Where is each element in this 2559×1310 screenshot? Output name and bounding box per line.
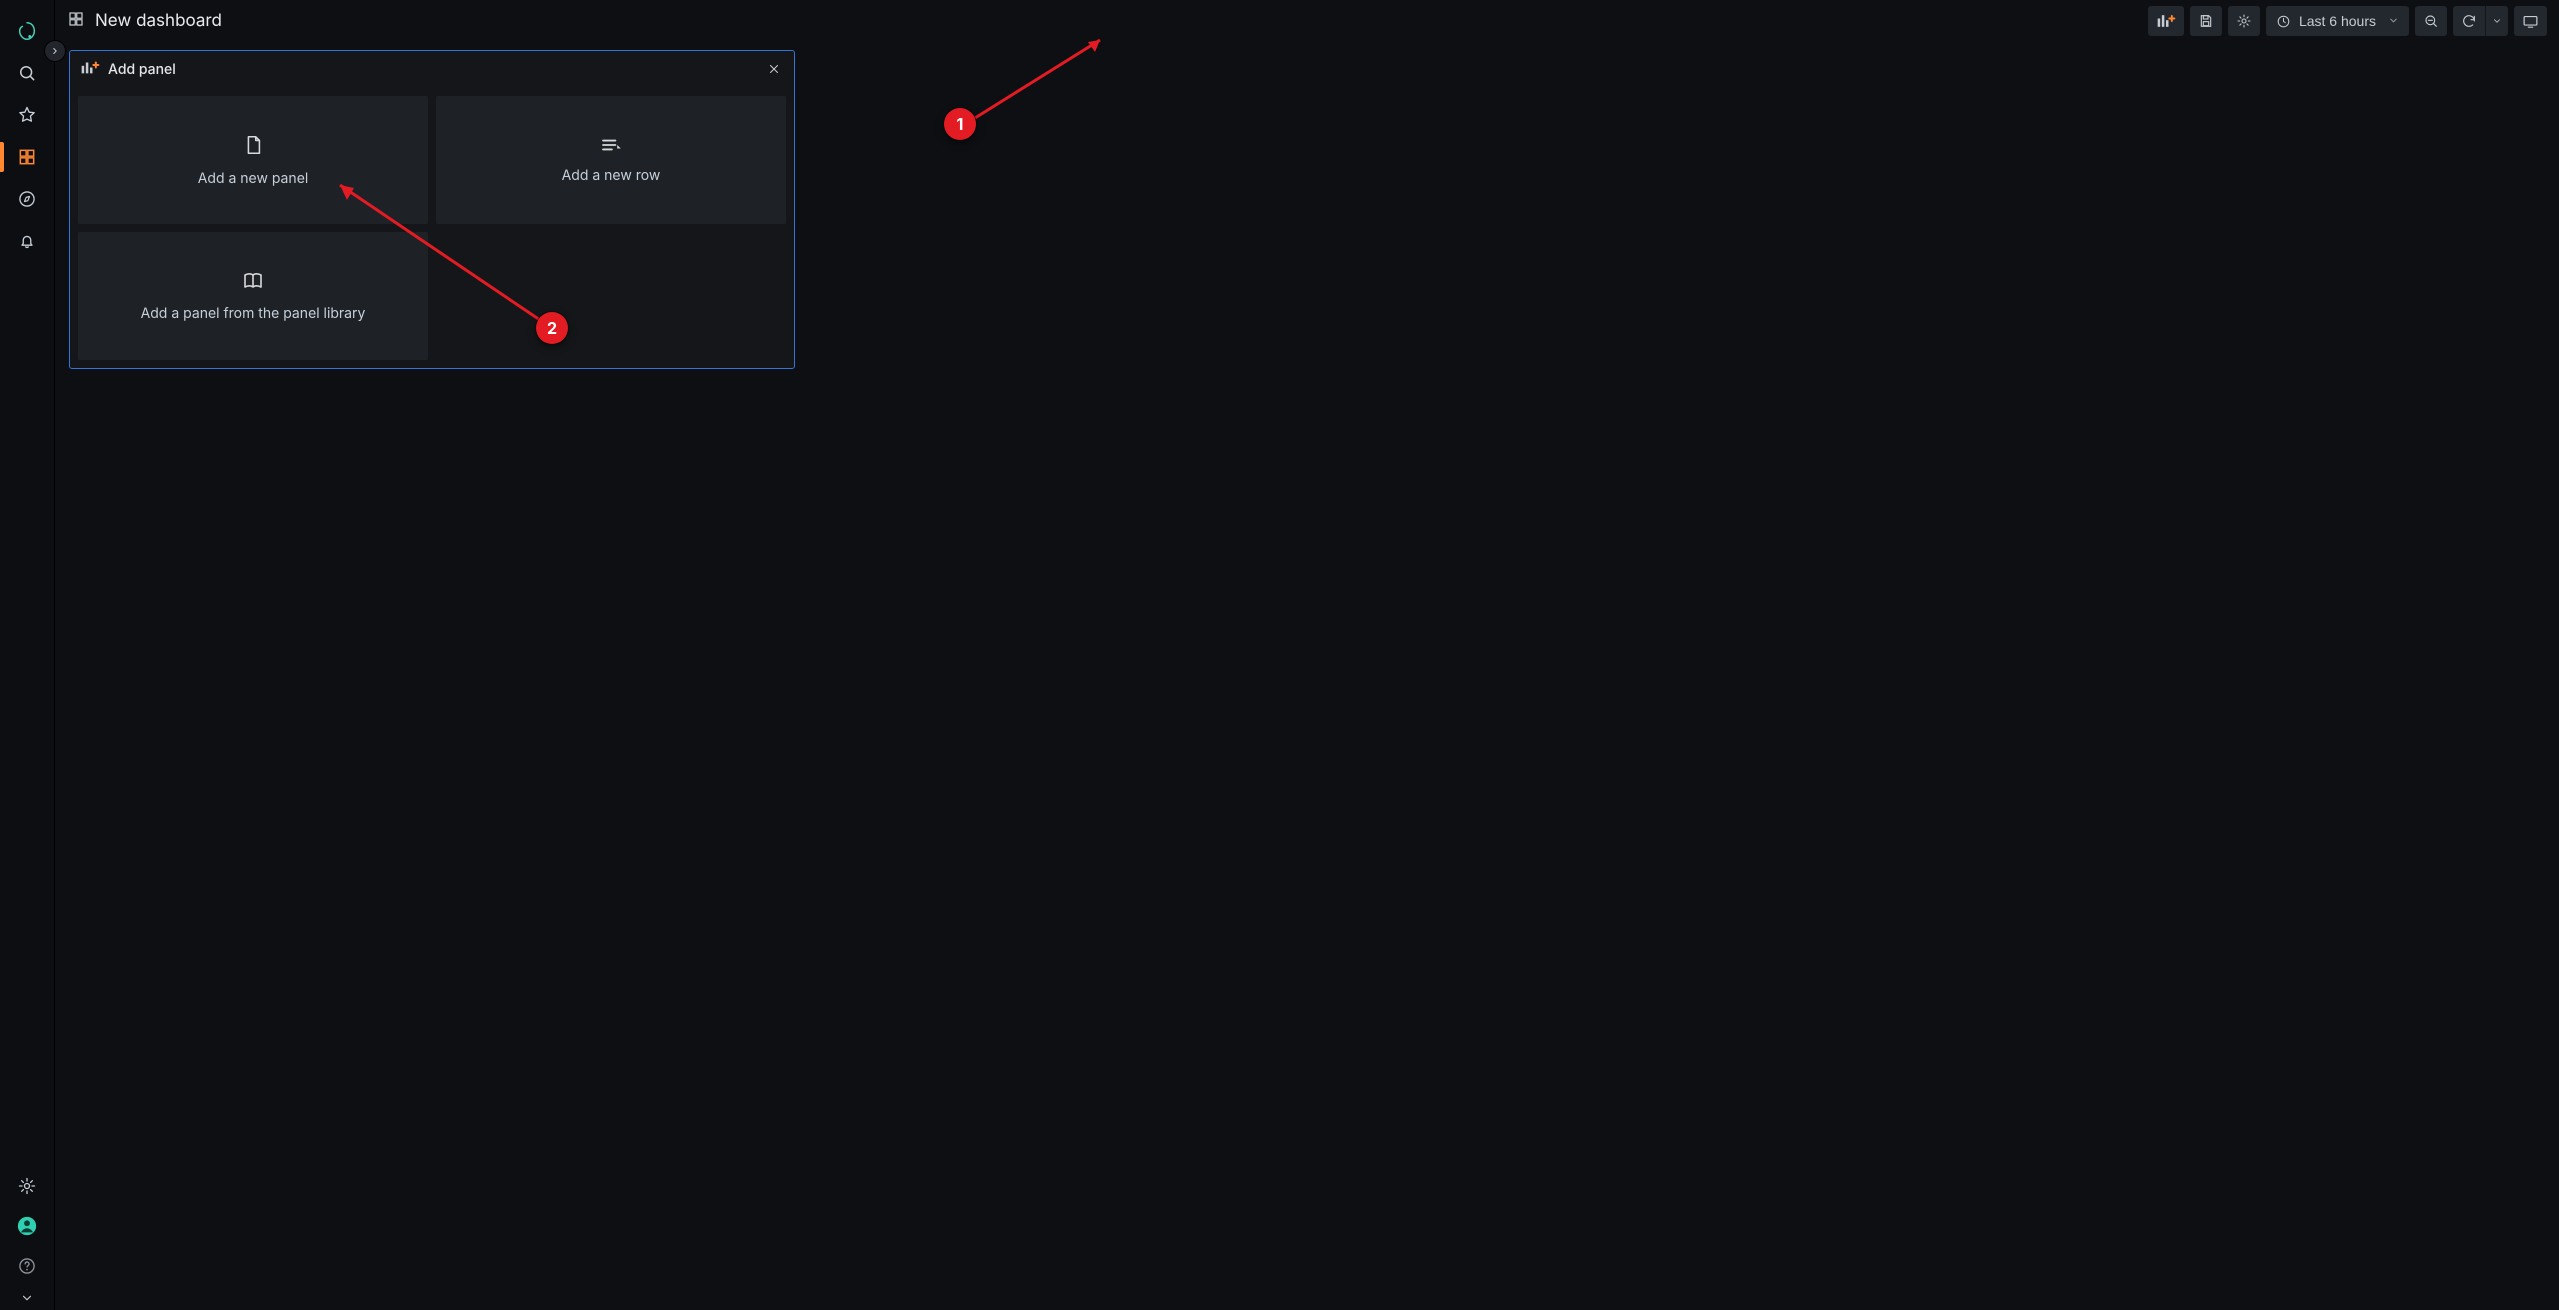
sidebar-starred-icon[interactable]	[0, 94, 55, 136]
page-title[interactable]: New dashboard	[95, 11, 222, 31]
dashboards-grid-icon	[67, 10, 85, 32]
add-new-panel-label: Add a new panel	[198, 170, 309, 187]
chevron-down-icon	[2388, 13, 2399, 29]
topbar: New dashboard Last 6 hours	[55, 0, 2559, 42]
sidebar-explore-icon[interactable]	[0, 178, 55, 220]
file-icon	[242, 134, 264, 160]
left-sidebar	[0, 0, 55, 1310]
settings-button[interactable]	[2228, 6, 2260, 36]
sidebar-profile-icon[interactable]	[0, 1206, 55, 1246]
add-panel-from-library-tile[interactable]: Add a panel from the panel library	[78, 232, 428, 360]
add-new-row-tile[interactable]: Add a new row	[436, 96, 786, 224]
add-panel-body: Add a new panel Add a new row Add a	[70, 88, 794, 368]
add-panel-button[interactable]	[2148, 6, 2184, 36]
sidebar-configuration-icon[interactable]	[0, 1166, 55, 1206]
sidebar-more-chevron-icon[interactable]	[0, 1286, 55, 1310]
rows-icon	[600, 137, 622, 157]
close-icon[interactable]	[764, 59, 784, 79]
sidebar-dashboards-icon[interactable]	[0, 136, 55, 178]
sidebar-help-icon[interactable]	[0, 1246, 55, 1286]
add-new-row-label: Add a new row	[562, 167, 661, 184]
add-panel-card: Add panel Add a new panel	[69, 50, 795, 369]
add-panel-library-label: Add a panel from the panel library	[141, 305, 366, 322]
time-range-label: Last 6 hours	[2299, 13, 2376, 29]
sidebar-search-icon[interactable]	[0, 52, 55, 94]
title-area: New dashboard	[67, 10, 2138, 32]
time-range-button[interactable]: Last 6 hours	[2266, 6, 2409, 36]
view-mode-button[interactable]	[2514, 6, 2547, 36]
add-panel-title: Add panel	[108, 61, 176, 78]
zoom-out-button[interactable]	[2415, 6, 2447, 36]
add-new-panel-tile[interactable]: Add a new panel	[78, 96, 428, 224]
add-panel-icon	[80, 60, 100, 79]
refresh-button[interactable]	[2453, 6, 2485, 36]
sidebar-alerting-icon[interactable]	[0, 220, 55, 262]
book-icon	[241, 271, 265, 295]
save-dashboard-button[interactable]	[2190, 6, 2222, 36]
add-panel-header: Add panel	[70, 51, 794, 88]
refresh-interval-dropdown[interactable]	[2485, 6, 2508, 36]
dashboard-canvas: Add panel Add a new panel	[55, 42, 2559, 1310]
toolbar: Last 6 hours	[2148, 6, 2547, 36]
